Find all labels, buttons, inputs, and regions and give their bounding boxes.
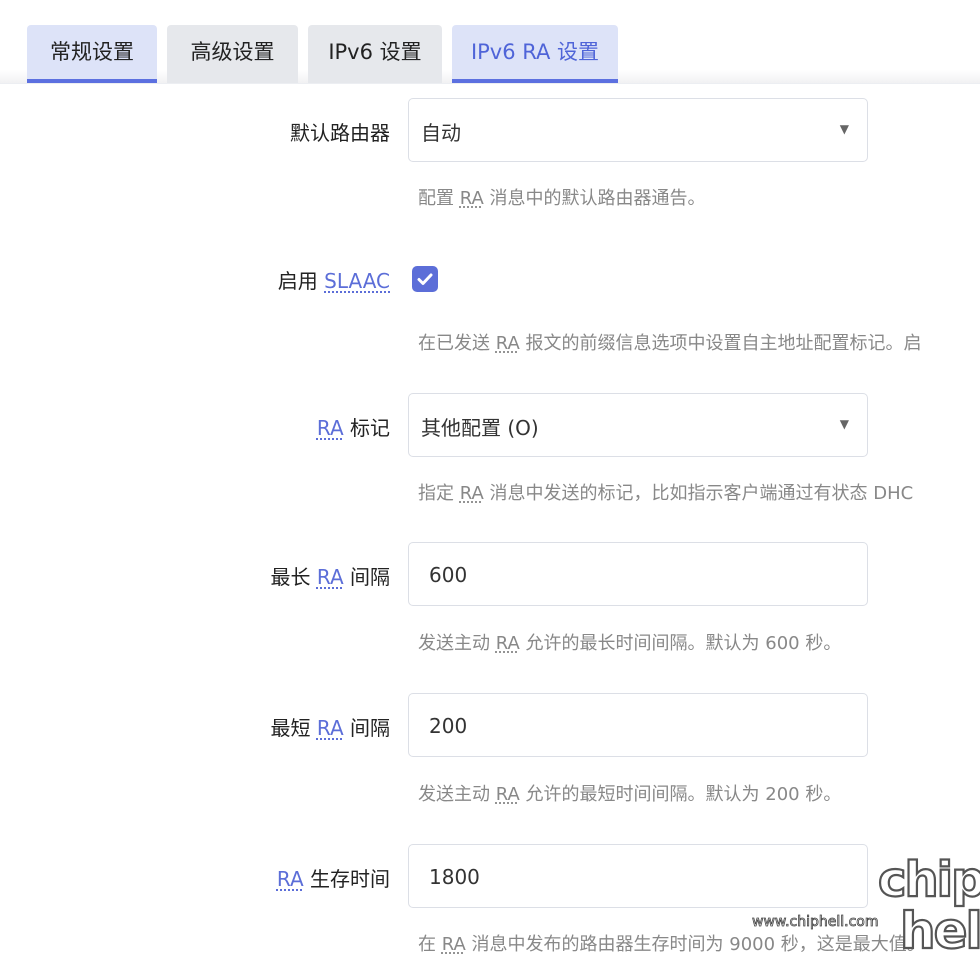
ra-flags-select[interactable]: 其他配置 (O) ▼	[408, 393, 868, 457]
min-interval-value: 200	[429, 714, 468, 738]
lifetime-value: 1800	[429, 865, 480, 889]
lifetime-label: RA 生存时间	[276, 867, 390, 891]
tab-general[interactable]: 常规设置	[27, 25, 157, 83]
chiphell-watermark: chip hell www.chiphell.com	[750, 848, 980, 960]
chevron-down-icon: ▼	[839, 417, 849, 431]
min-interval-input[interactable]: 200	[408, 693, 868, 757]
default-router-label: 默认路由器	[290, 121, 390, 145]
max-interval-input[interactable]: 600	[408, 542, 868, 606]
default-router-value: 自动	[421, 121, 461, 145]
ra-flags-label: RA 标记	[316, 416, 390, 440]
ra-flags-description: 指定 RA 消息中发送的标记，比如指示客户端通过有状态 DHC	[418, 483, 914, 504]
max-interval-description: 发送主动 RA 允许的最长时间间隔。默认为 600 秒。	[418, 633, 842, 654]
svg-text:chip: chip	[878, 852, 980, 908]
slaac-checkbox[interactable]	[412, 266, 438, 292]
chiphell-logo-icon: chip hell www.chiphell.com	[752, 851, 980, 960]
max-interval-value: 600	[429, 563, 468, 587]
ra-flags-value: 其他配置 (O)	[421, 416, 539, 440]
tab-ipv6-ra[interactable]: IPv6 RA 设置	[452, 25, 618, 83]
default-router-select[interactable]: 自动 ▼	[408, 98, 868, 162]
svg-text:hell: hell	[900, 902, 980, 956]
svg-text:www.chiphell.com: www.chiphell.com	[752, 914, 878, 930]
chevron-down-icon: ▼	[839, 122, 849, 136]
slaac-label: 启用 SLAAC	[277, 269, 390, 293]
min-interval-label: 最短 RA 间隔	[270, 716, 391, 740]
check-icon	[417, 273, 433, 285]
tab-advanced[interactable]: 高级设置	[167, 25, 298, 83]
default-router-description: 配置 RA 消息中的默认路由器通告。	[418, 188, 706, 209]
tab-bar: 常规设置 高级设置 IPv6 设置 IPv6 RA 设置	[0, 0, 980, 84]
slaac-description: 在已发送 RA 报文的前缀信息选项中设置自主地址配置标记。启	[418, 333, 922, 354]
min-interval-description: 发送主动 RA 允许的最短时间间隔。默认为 200 秒。	[418, 784, 842, 805]
max-interval-label: 最长 RA 间隔	[270, 565, 391, 589]
tab-ipv6[interactable]: IPv6 设置	[308, 25, 442, 83]
